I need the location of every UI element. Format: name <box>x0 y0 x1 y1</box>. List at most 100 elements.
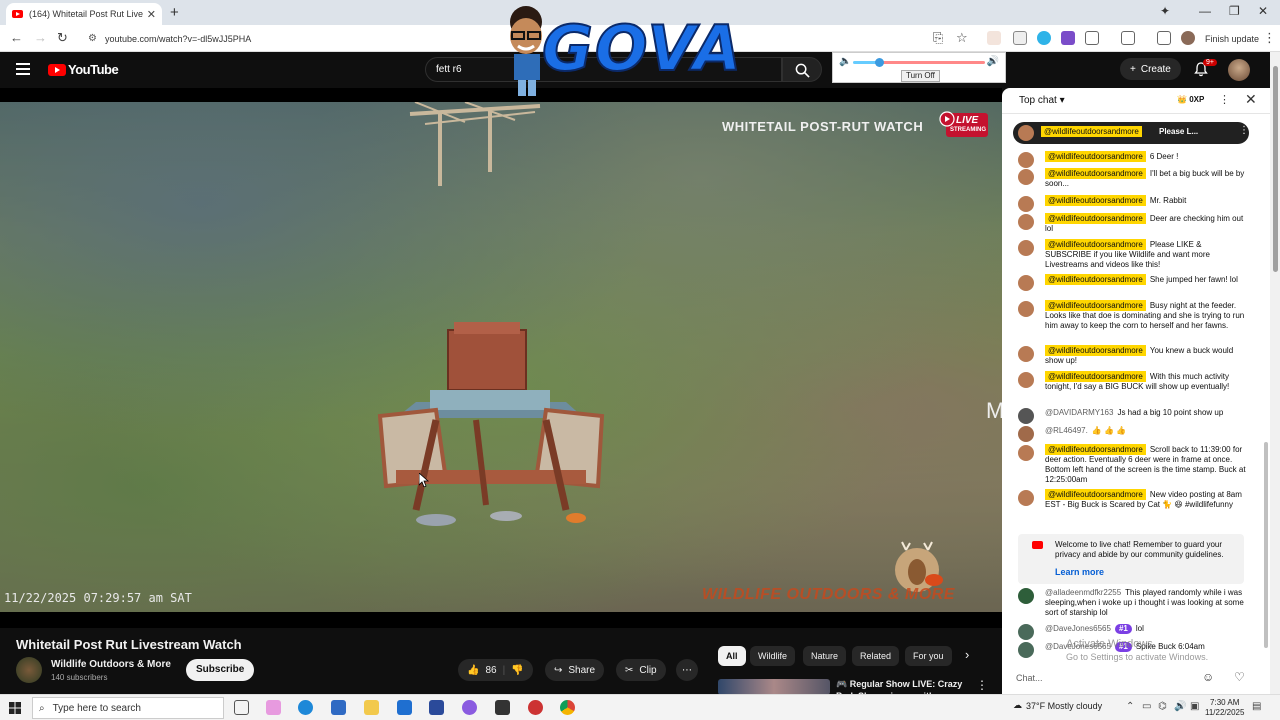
chip-wildlife[interactable]: Wildlife <box>750 646 796 666</box>
channel-avatar[interactable] <box>16 657 42 683</box>
bookmark-star-icon[interactable]: ☆ <box>956 30 968 46</box>
browser-menu-icon[interactable]: ⋮ <box>1263 30 1276 46</box>
volume-low-icon[interactable]: 🔈 <box>839 56 851 67</box>
app-icon[interactable] <box>495 700 510 715</box>
edge-icon[interactable] <box>298 700 313 715</box>
profile-avatar[interactable] <box>1181 31 1195 45</box>
store-icon[interactable] <box>397 700 412 715</box>
new-tab-icon[interactable]: + <box>170 4 179 21</box>
chat-author-name[interactable]: @wildlifeoutdoorsandmore <box>1045 345 1146 356</box>
chat-author-avatar[interactable] <box>1018 445 1034 461</box>
media-icon[interactable] <box>1157 31 1171 45</box>
network-icon[interactable]: ⌬ <box>1158 701 1167 712</box>
close-window-icon[interactable]: ✕ <box>1258 4 1268 18</box>
recommended-title[interactable]: 🎮 Regular Show LIVE: Crazy Park Shenanig… <box>836 678 971 695</box>
learn-more-link[interactable]: Learn more <box>1055 567 1104 577</box>
taskbar-search-field[interactable]: ⌕ Type here to search <box>32 697 224 719</box>
volume-high-icon[interactable]: 🔊 <box>987 56 999 67</box>
speaker-icon[interactable]: 🔊 <box>1174 701 1186 712</box>
windows-start-icon[interactable] <box>9 702 21 714</box>
create-button[interactable]: + Create <box>1120 58 1181 80</box>
chat-author-name[interactable]: @wildlifeoutdoorsandmore <box>1045 274 1146 285</box>
pinned-message[interactable]: @wildlifeoutdoorsandmore Please L... ⋮ <box>1013 122 1249 144</box>
chat-author-avatar[interactable] <box>1018 426 1034 442</box>
youtube-logo[interactable]: YouTube <box>48 62 119 77</box>
recommended-more-icon[interactable]: ⋮ <box>976 678 988 692</box>
chat-author-avatar[interactable] <box>1018 588 1034 604</box>
more-actions-button[interactable]: ⋯ <box>676 659 698 681</box>
chrome-icon[interactable] <box>560 700 575 715</box>
chat-author-name[interactable]: @DaveJones6565 <box>1045 624 1111 633</box>
page-scrollbar-thumb[interactable] <box>1273 66 1278 272</box>
top-chat-dropdown[interactable]: Top chat ▾ <box>1019 95 1065 106</box>
chat-author-name[interactable]: @wildlifeoutdoorsandmore <box>1045 300 1146 311</box>
chat-options-icon[interactable]: ⋮ <box>1219 93 1230 106</box>
tray-icon[interactable]: ▭ <box>1142 701 1151 712</box>
app-icon[interactable] <box>331 700 346 715</box>
minimize-icon[interactable]: — <box>1199 4 1211 18</box>
sparkle-icon[interactable]: ✦ <box>1160 4 1170 18</box>
chat-author-name[interactable]: @wildlifeoutdoorsandmore <box>1045 489 1146 500</box>
reload-icon[interactable]: ↻ <box>57 30 68 46</box>
taskbar-clock[interactable]: 7:30 AM 11/22/2025 <box>1205 698 1244 718</box>
thumbs-down-icon[interactable]: 👎 <box>511 665 523 676</box>
like-button[interactable]: 👍 86 | 👎 <box>458 659 533 681</box>
chat-author-name[interactable]: @DAVIDARMY163 <box>1045 408 1113 417</box>
chip-related[interactable]: Related <box>852 646 900 666</box>
share-button[interactable]: ↪ Share <box>545 659 605 681</box>
chat-author-name[interactable]: @wildlifeoutdoorsandmore <box>1045 444 1146 455</box>
chat-author-avatar[interactable] <box>1018 275 1034 291</box>
split-view-icon[interactable] <box>1121 31 1135 45</box>
chat-scrollbar[interactable] <box>1264 442 1268 648</box>
volume-slider-knob[interactable] <box>875 58 885 67</box>
chat-author-name[interactable]: @wildlifeoutdoorsandmore <box>1045 168 1146 179</box>
chat-author-avatar[interactable] <box>1018 372 1034 388</box>
emoji-icon[interactable]: ☺ <box>1202 670 1214 684</box>
site-info-icon[interactable]: ⚙ <box>88 33 97 44</box>
chat-author-name[interactable]: @wildlifeoutdoorsandmore <box>1045 371 1146 382</box>
extensions-puzzle-icon[interactable] <box>1085 31 1099 45</box>
video-player[interactable]: M <box>0 88 1002 628</box>
chat-author-name[interactable]: @alladeenmdfkr2255 <box>1045 588 1121 597</box>
chat-author-avatar[interactable] <box>1018 642 1034 658</box>
copilot-icon[interactable] <box>266 700 281 715</box>
chat-author-avatar[interactable] <box>1018 408 1034 424</box>
chat-author-avatar[interactable] <box>1018 624 1034 640</box>
channel-name[interactable]: Wildlife Outdoors & More <box>51 659 171 670</box>
chat-author-avatar[interactable] <box>1018 346 1034 362</box>
notification-center-icon[interactable]: ▤ <box>1252 701 1261 712</box>
finish-update-button[interactable]: Finish update <box>1199 30 1265 47</box>
back-icon[interactable]: ← <box>10 30 23 45</box>
chat-author-avatar[interactable] <box>1018 196 1034 212</box>
extension-icon[interactable] <box>1037 31 1051 45</box>
forward-icon[interactable]: → <box>34 30 47 45</box>
browser-tab[interactable]: (164) Whitetail Post Rut Livestr ✕ <box>6 3 162 25</box>
chat-author-name[interactable]: @wildlifeoutdoorsandmore <box>1045 151 1146 162</box>
extension-icon[interactable] <box>987 31 1001 45</box>
extension-icon[interactable] <box>1061 31 1075 45</box>
menu-icon[interactable] <box>16 63 30 78</box>
pinned-options-icon[interactable]: ⋮ <box>1239 125 1249 136</box>
subscribe-button[interactable]: Subscribe <box>186 659 255 681</box>
chat-author-avatar[interactable] <box>1018 301 1034 317</box>
page-scrollbar[interactable] <box>1270 52 1280 694</box>
app-icon[interactable] <box>528 700 543 715</box>
file-explorer-icon[interactable] <box>364 700 379 715</box>
chat-author-name[interactable]: @RL46497. <box>1045 426 1088 435</box>
tray-icon[interactable]: ▣ <box>1190 701 1199 712</box>
url-field[interactable]: ⚙ youtube.com/watch?v=-dl5wJJ5PHA <box>80 28 900 49</box>
clip-button[interactable]: ✂ Clip <box>616 659 666 681</box>
chat-author-name[interactable]: @wildlifeoutdoorsandmore <box>1045 195 1146 206</box>
heart-icon[interactable]: ♡ <box>1234 670 1245 684</box>
chevron-right-icon[interactable]: › <box>965 647 969 662</box>
recommended-thumbnail[interactable] <box>718 679 830 695</box>
restore-icon[interactable]: ❐ <box>1229 4 1240 18</box>
search-button[interactable] <box>782 57 822 82</box>
chip-for-you[interactable]: For you <box>905 646 952 666</box>
close-chat-icon[interactable]: ✕ <box>1245 91 1257 108</box>
chat-author-name[interactable]: @wildlifeoutdoorsandmore <box>1045 213 1146 224</box>
chat-input[interactable]: Chat... <box>1016 673 1196 683</box>
chevron-up-icon[interactable]: ⌃ <box>1126 701 1134 712</box>
chat-author-avatar[interactable] <box>1018 240 1034 256</box>
weather-widget[interactable]: ☁ 37°F Mostly cloudy <box>1013 700 1102 711</box>
